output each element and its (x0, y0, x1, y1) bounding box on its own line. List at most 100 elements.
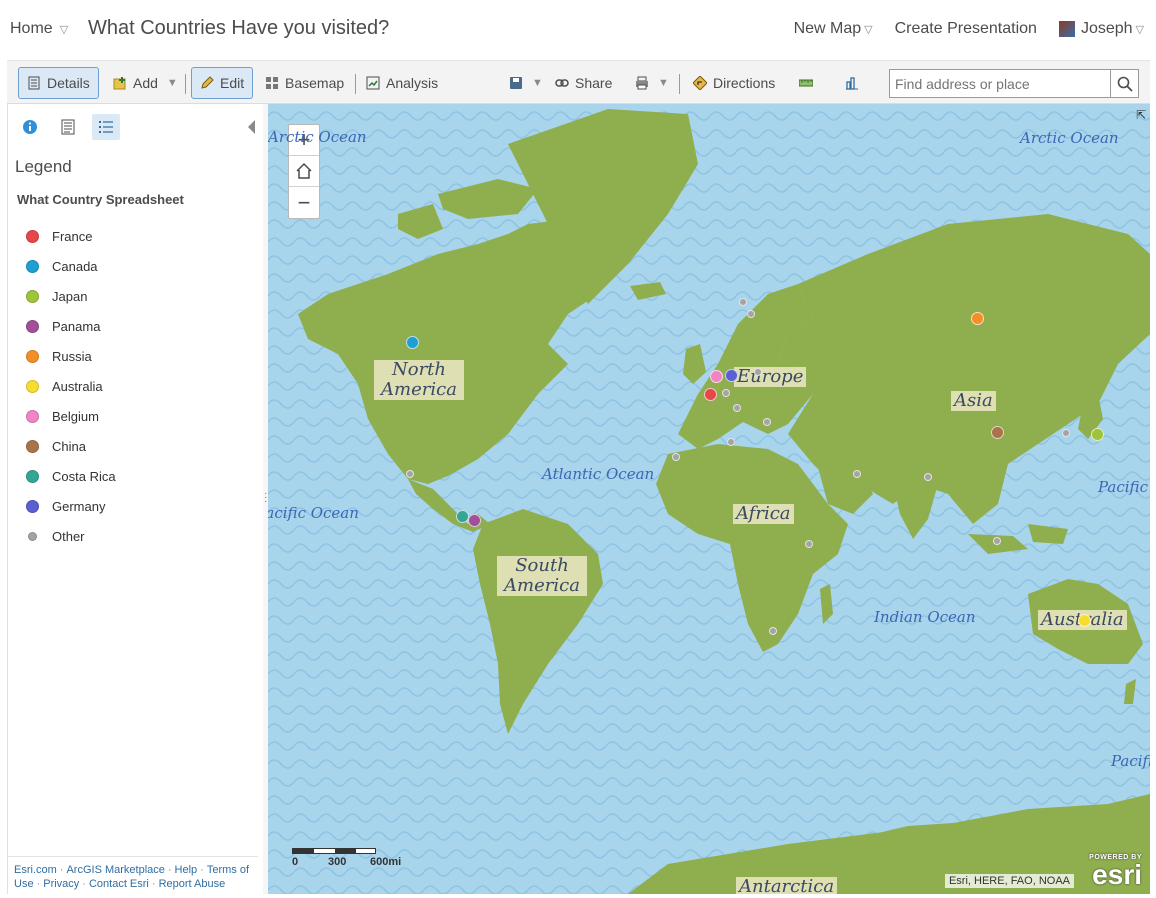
ruler-icon (799, 79, 813, 87)
map-point-russia[interactable] (971, 312, 984, 325)
map-point-other[interactable] (727, 438, 735, 446)
map-view[interactable]: + − ⇱ Arctic Ocean Arctic Ocean Atlantic… (268, 104, 1150, 894)
share-button[interactable]: Share (547, 67, 620, 99)
details-icon (28, 76, 40, 90)
search-box (889, 69, 1139, 98)
map-point-other[interactable] (754, 368, 762, 376)
create-presentation-link[interactable]: Create Presentation (895, 20, 1037, 38)
map-point-other[interactable] (733, 404, 741, 412)
directions-icon (693, 76, 707, 90)
help-link[interactable]: Help (175, 864, 198, 876)
legend-label: China (52, 438, 86, 454)
add-button[interactable]: Add ▼ (105, 67, 186, 99)
user-name: Joseph (1080, 20, 1133, 37)
map-point-other[interactable] (1062, 429, 1070, 437)
save-icon (510, 77, 522, 89)
marketplace-link[interactable]: ArcGIS Marketplace (66, 864, 164, 876)
legend-swatch (26, 349, 39, 363)
analysis-button[interactable]: Analysis (358, 67, 446, 99)
map-point-belgium[interactable] (710, 370, 723, 383)
print-button[interactable]: ▼ (627, 67, 677, 99)
legend-item: China (26, 431, 116, 461)
legend-swatch (26, 259, 39, 273)
chart-button[interactable] (837, 67, 867, 99)
page-title: What Countries Have you visited? (88, 17, 390, 39)
bar-chart-icon (846, 77, 858, 90)
content-list-icon (61, 119, 75, 135)
map-point-other[interactable] (805, 540, 813, 548)
expand-icon[interactable]: ⇱ (1136, 108, 1146, 122)
legend-swatch (26, 499, 39, 513)
map-point-other[interactable] (993, 537, 1001, 545)
continent-label-north-america: North America (374, 360, 464, 400)
ocean-label-indian: Indian Ocean (874, 608, 976, 626)
map-attribution[interactable]: Esri, HERE, FAO, NOAA (944, 874, 1074, 888)
basemap-label: Basemap (285, 75, 345, 91)
tab-about[interactable] (16, 114, 44, 140)
caret-down-icon: ▼ (532, 77, 543, 89)
measure-button[interactable] (791, 67, 821, 99)
legend-label: Canada (52, 258, 98, 274)
map-point-china[interactable] (991, 426, 1004, 439)
user-menu[interactable]: Joseph ▽ (1058, 20, 1144, 38)
map-point-other[interactable] (406, 470, 414, 478)
add-layer-icon (113, 77, 126, 90)
tab-content[interactable] (54, 114, 82, 140)
legend-label: Panama (52, 318, 101, 334)
tab-legend[interactable] (92, 114, 120, 140)
pencil-icon (201, 76, 214, 89)
legend-label: Costa Rica (52, 468, 116, 484)
legend-item: Costa Rica (26, 461, 116, 491)
legend-item: Germany (26, 491, 116, 521)
search-input[interactable] (890, 70, 1110, 97)
esri-link[interactable]: Esri.com (14, 864, 57, 876)
zoom-out-button[interactable]: − (289, 187, 319, 218)
map-point-other[interactable] (722, 389, 730, 397)
save-button[interactable]: ▼ (501, 67, 551, 99)
new-map-menu[interactable]: New Map ▽ (794, 20, 873, 38)
continent-label-south-america: South America (497, 556, 587, 596)
legend-icon (99, 121, 113, 133)
legend-swatch (26, 319, 39, 333)
map-point-other[interactable] (672, 453, 680, 461)
legend-swatch (26, 469, 39, 483)
legend-label: France (52, 228, 93, 244)
contact-link[interactable]: Contact Esri (89, 878, 149, 890)
analysis-label: Analysis (386, 75, 439, 91)
basemap-button[interactable]: Basemap (257, 67, 352, 99)
edit-button[interactable]: Edit (191, 67, 254, 99)
map-point-other[interactable] (853, 470, 861, 478)
legend-item: Canada (26, 251, 116, 281)
search-button[interactable] (1110, 70, 1138, 97)
legend-swatch (26, 439, 39, 453)
directions-button[interactable]: Directions (685, 67, 783, 99)
map-point-japan[interactable] (1091, 428, 1104, 441)
report-link[interactable]: Report Abuse (159, 878, 226, 890)
map-point-australia[interactable] (1078, 614, 1091, 627)
map-point-germany[interactable] (725, 369, 738, 382)
layer-title: What Country Spreadsheet (17, 192, 184, 207)
privacy-link[interactable]: Privacy (43, 878, 79, 890)
home-label: Home (10, 20, 53, 37)
collapse-panel-icon[interactable] (248, 120, 255, 134)
add-label: Add (133, 75, 158, 91)
legend-label: Germany (52, 498, 106, 514)
legend-list: France Canada Japan Panama Russia Australia Be… (26, 221, 116, 551)
map-point-other[interactable] (747, 310, 755, 318)
ocean-label-atlantic: Atlantic Ocean (542, 465, 655, 483)
map-point-france[interactable] (704, 388, 717, 401)
continent-label-africa: Africa (733, 504, 794, 524)
map-point-other[interactable] (924, 473, 932, 481)
map-point-canada[interactable] (406, 336, 419, 349)
details-button[interactable]: Details (18, 67, 99, 99)
continent-label-asia: Asia (951, 391, 996, 411)
legend-label: Belgium (52, 408, 99, 424)
map-point-other[interactable] (763, 418, 771, 426)
esri-logo[interactable]: POWERED BY esri (1089, 854, 1142, 889)
map-point-panama[interactable] (468, 514, 481, 527)
directions-label: Directions (713, 75, 776, 91)
map-point-other[interactable] (739, 298, 747, 306)
home-extent-button[interactable] (289, 156, 319, 187)
map-point-other[interactable] (769, 627, 777, 635)
home-menu[interactable]: Home ▽ (10, 20, 68, 38)
